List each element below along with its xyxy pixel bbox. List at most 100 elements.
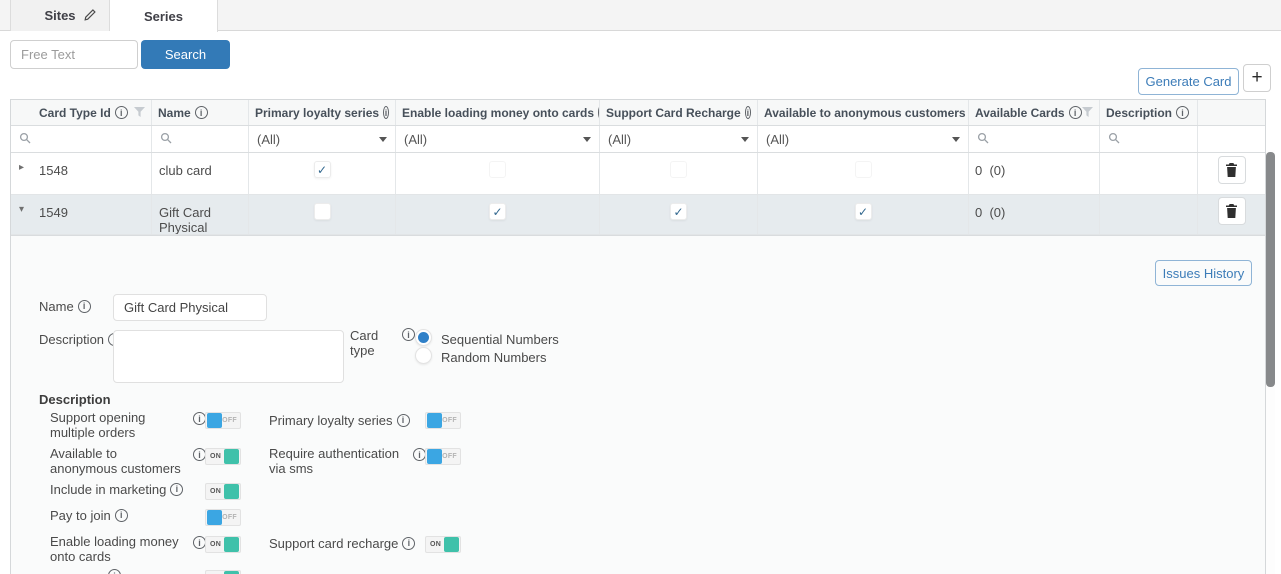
cell-primary-loyalty-series — [249, 153, 396, 194]
vertical-scrollbar[interactable] — [1266, 150, 1275, 574]
info-icon[interactable] — [170, 483, 183, 496]
toggle-label-require-authentication-via-sms: Require authentication via sms — [269, 446, 403, 476]
col-header-available-to-anonymous[interactable]: Available to anonymous customers — [758, 100, 969, 125]
cell-available-to-anonymous — [758, 195, 969, 234]
col-header-available-cards[interactable]: Available Cards — [969, 100, 1100, 125]
screen: Sites Series Search Generate Card + Card… — [0, 0, 1281, 574]
filter-funnel-icon[interactable] — [1082, 106, 1093, 120]
toggle-label-primary-loyalty-series: Primary loyalty series — [269, 413, 429, 428]
tab-sites-label: Sites — [44, 8, 75, 23]
checkbox-indicator — [670, 161, 687, 178]
grid-filter-row: (All) (All) (All) (All) — [11, 126, 1265, 153]
checkbox-indicator — [314, 161, 331, 178]
radio-random-numbers[interactable] — [415, 347, 432, 364]
info-icon[interactable] — [1069, 106, 1082, 119]
series-grid: Card Type Id Name Primary loyalty series… — [10, 99, 1266, 574]
tab-series[interactable]: Series — [110, 0, 218, 32]
filter-description[interactable] — [1100, 126, 1198, 152]
trash-icon — [1225, 204, 1238, 218]
toggle-pay-to-join[interactable]: OFF — [205, 509, 241, 526]
delete-button[interactable] — [1218, 156, 1246, 184]
cell-description — [1100, 195, 1198, 234]
toggle-include-in-marketing[interactable]: ON — [205, 483, 241, 500]
checkbox-indicator — [489, 203, 506, 220]
toggle-primary-loyalty-series[interactable]: OFF — [425, 412, 461, 429]
info-icon[interactable] — [195, 106, 208, 119]
issues-history-button[interactable]: Issues History — [1155, 260, 1252, 286]
toggle-require-authentication-via-sms[interactable]: OFF — [425, 448, 461, 465]
checkbox-indicator — [489, 161, 506, 178]
cell-support-card-recharge — [600, 153, 758, 194]
trash-icon — [1225, 163, 1238, 177]
search-icon — [1108, 132, 1120, 147]
filter-card-type-id[interactable] — [11, 126, 152, 152]
radio-sequential-numbers-label: Sequential Numbers — [441, 332, 559, 347]
scrollbar-thumb[interactable] — [1266, 152, 1275, 387]
collapse-arrow-icon[interactable] — [19, 204, 35, 215]
col-header-enable-loading-money[interactable]: Enable loading money onto cards — [396, 100, 600, 125]
tab-bar: Sites Series — [0, 0, 1281, 31]
col-header-primary-loyalty-series[interactable]: Primary loyalty series — [249, 100, 396, 125]
filter-support-card-recharge[interactable]: (All) — [600, 126, 758, 152]
search-icon — [19, 132, 31, 147]
filter-available-cards[interactable] — [969, 126, 1100, 152]
cell-actions — [1198, 195, 1265, 234]
series-detail-panel: Issues History Name Description Card typ… — [11, 235, 1265, 574]
filter-name[interactable] — [152, 126, 249, 152]
table-row[interactable]: 1548 club card 0 (0) — [11, 153, 1265, 195]
checkbox-indicator — [855, 203, 872, 220]
info-icon[interactable] — [1176, 106, 1189, 119]
toggle-label-support-opening-multiple-orders: Support opening multiple orders — [50, 410, 182, 440]
cell-card-type-id: 1548 — [11, 153, 152, 194]
toggle-support-card-recharge[interactable]: ON — [425, 536, 461, 553]
toggle-label-available-to-anonymous-customers: Available to anonymous customers — [50, 446, 182, 476]
toggle-available-to-anonymous-customers[interactable]: ON — [205, 448, 241, 465]
filter-actions — [1198, 126, 1265, 152]
info-icon[interactable] — [397, 414, 410, 427]
info-icon[interactable] — [115, 509, 128, 522]
chevron-down-icon — [583, 137, 591, 142]
cell-available-cards: 0 (0) — [969, 153, 1100, 194]
description-field[interactable] — [113, 330, 344, 383]
col-header-card-type-id[interactable]: Card Type Id — [11, 100, 152, 125]
cell-available-to-anonymous — [758, 153, 969, 194]
radio-sequential-numbers[interactable] — [415, 329, 432, 346]
col-header-description[interactable]: Description — [1100, 100, 1198, 125]
search-button[interactable]: Search — [141, 40, 230, 69]
search-input[interactable] — [10, 40, 138, 69]
tab-sites[interactable]: Sites — [10, 0, 110, 31]
add-series-button[interactable]: + — [1243, 64, 1271, 92]
tab-series-label: Series — [144, 9, 183, 24]
cell-name: Gift Card Physical — [152, 195, 249, 234]
info-icon[interactable] — [402, 537, 415, 550]
toggle-support-opening-multiple-orders[interactable]: OFF — [205, 412, 241, 429]
info-icon[interactable] — [108, 569, 121, 574]
generate-card-button[interactable]: Generate Card — [1138, 68, 1239, 95]
filter-enable-loading-money[interactable]: (All) — [396, 126, 600, 152]
filter-available-to-anonymous[interactable]: (All) — [758, 126, 969, 152]
table-row-selected[interactable]: 1549 Gift Card Physical 0 (0) — [11, 195, 1265, 235]
toggle-clipped-row[interactable]: ON — [205, 570, 241, 574]
cell-enable-loading-money — [396, 153, 600, 194]
name-field[interactable] — [113, 294, 267, 321]
name-label: Name — [39, 299, 91, 314]
expand-arrow-icon[interactable] — [19, 162, 35, 173]
checkbox-indicator — [670, 203, 687, 220]
toggle-label-enable-loading-money-onto-cards: Enable loading money onto cards — [50, 534, 182, 564]
info-icon[interactable] — [402, 328, 415, 341]
edit-pencil-icon[interactable] — [83, 8, 97, 25]
info-icon[interactable] — [383, 106, 389, 119]
toggle-label-support-card-recharge: Support card recharge — [269, 536, 439, 551]
col-header-support-card-recharge[interactable]: Support Card Recharge — [600, 100, 758, 125]
filter-primary-loyalty-series[interactable]: (All) — [249, 126, 396, 152]
toggle-enable-loading-money-onto-cards[interactable]: ON — [205, 536, 241, 553]
col-header-name[interactable]: Name — [152, 100, 249, 125]
chevron-down-icon — [741, 137, 749, 142]
info-icon[interactable] — [745, 106, 751, 119]
info-icon[interactable] — [115, 106, 128, 119]
delete-button[interactable] — [1218, 197, 1246, 225]
chevron-down-icon — [379, 137, 387, 142]
col-header-actions — [1198, 100, 1265, 125]
filter-funnel-icon[interactable] — [134, 106, 145, 120]
info-icon[interactable] — [78, 300, 91, 313]
